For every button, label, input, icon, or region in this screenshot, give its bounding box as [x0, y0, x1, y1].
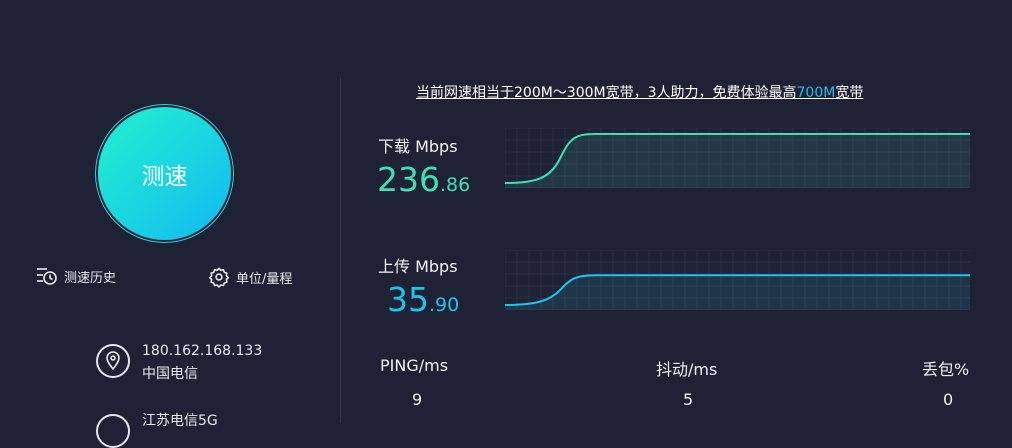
- ip-info: 180.162.168.133 中国电信: [96, 340, 262, 386]
- upload-int: 35: [387, 280, 429, 319]
- download-area: [505, 134, 970, 188]
- upload-speed-chart: [505, 250, 970, 310]
- download-int: 236: [377, 160, 440, 199]
- upload-value: 35.90: [387, 280, 459, 319]
- upload-dec: .90: [429, 294, 460, 316]
- start-speed-test-button[interactable]: 测速: [98, 107, 231, 240]
- panel-divider: [340, 78, 341, 423]
- download-dec: .86: [440, 174, 471, 196]
- isp-name: 中国电信: [142, 366, 198, 382]
- server-node-icon: [96, 414, 130, 448]
- speed-test-history-button[interactable]: 测速历史: [36, 266, 116, 286]
- history-icon: [37, 268, 57, 285]
- unit-label: 单位/量程: [236, 271, 293, 287]
- banner-suffix: 宽带: [835, 85, 864, 101]
- gear-icon: [208, 267, 230, 288]
- unit-range-button[interactable]: 单位/量程: [208, 266, 292, 288]
- location-pin-icon: [96, 344, 130, 378]
- loss-value: 0: [943, 390, 954, 409]
- speed-test-label: 测速: [141, 163, 188, 190]
- ping-label: PING/ms: [380, 356, 449, 375]
- node-name: 江苏电信5G: [142, 413, 218, 429]
- banner-highlight: 700M: [796, 85, 836, 101]
- upload-label: 上传 Mbps: [378, 257, 458, 276]
- upload-area: [505, 275, 970, 310]
- node-info[interactable]: 江苏电信5G: [96, 410, 218, 448]
- history-label: 测速历史: [64, 270, 117, 286]
- ping-value: 9: [412, 390, 423, 409]
- download-label: 下载 Mbps: [378, 137, 458, 156]
- jitter-label: 抖动/ms: [656, 360, 718, 379]
- download-value: 236.86: [377, 160, 470, 199]
- upgrade-banner-link[interactable]: 当前网速相当于200M～300M宽带，3人助力，免费体验最高700M宽带: [416, 82, 863, 102]
- banner-text: 当前网速相当于200M～300M宽带，3人助力，免费体验最高: [416, 85, 797, 101]
- loss-label: 丢包%: [922, 360, 970, 379]
- download-speed-chart: [505, 128, 970, 188]
- ip-address: 180.162.168.133: [142, 343, 263, 359]
- left-panel: 测速 测速历史 单位/量程 180.162.168.133 中国电信 江苏电信5…: [0, 0, 340, 448]
- jitter-value: 5: [683, 390, 694, 409]
